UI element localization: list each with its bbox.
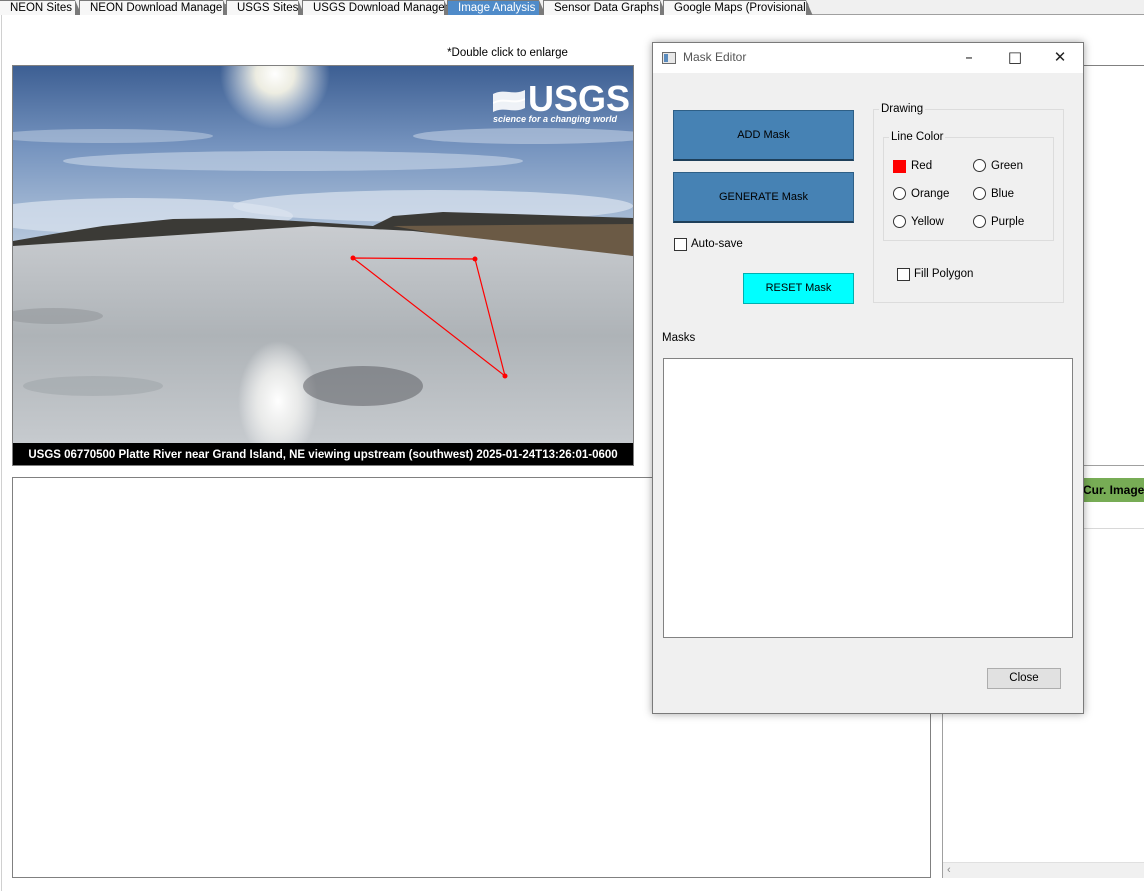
autosave-checkbox[interactable] xyxy=(674,238,687,251)
image-caption: USGS 06770500 Platte River near Grand Is… xyxy=(28,449,617,461)
svg-text:USGS: USGS xyxy=(528,78,630,119)
close-button[interactable]: Close xyxy=(987,668,1061,689)
scroll-left-icon[interactable]: ‹ xyxy=(947,864,951,876)
mask-editor-dialog: Mask Editor – □ ✕ ADD Mask GENERATE Mask… xyxy=(652,42,1084,714)
fill-polygon-label: Fill Polygon xyxy=(914,268,974,280)
line-color-group-title: Line Color xyxy=(889,131,946,143)
tab-google-maps[interactable]: Google Maps (Provisional) xyxy=(663,0,813,16)
cur-image-column-header[interactable]: Cur. Image xyxy=(1083,478,1144,502)
table-row[interactable] xyxy=(1083,502,1144,529)
add-mask-button[interactable]: ADD Mask xyxy=(673,110,854,161)
tab-bar: NEON Sites NEON Download Manager USGS Si… xyxy=(0,0,1144,16)
yellow-radio[interactable] xyxy=(893,215,906,228)
color-label-red: Red xyxy=(911,160,933,172)
app-window-icon xyxy=(662,52,676,64)
tab-neon-sites[interactable]: NEON Sites xyxy=(0,0,82,16)
color-label-yellow: Yellow xyxy=(911,216,944,228)
dialog-title: Mask Editor xyxy=(683,50,747,64)
color-label-blue: Blue xyxy=(991,188,1015,200)
tab-sensor-data-graphs[interactable]: Sensor Data Graphs xyxy=(543,0,667,16)
close-icon[interactable]: ✕ xyxy=(1037,43,1083,73)
polygon-vertex[interactable] xyxy=(350,255,356,261)
masks-list[interactable] xyxy=(663,358,1073,638)
fill-polygon-checkbox[interactable] xyxy=(897,268,910,281)
red-swatch-selected[interactable] xyxy=(893,160,906,173)
orange-radio[interactable] xyxy=(893,187,906,200)
color-label-orange: Orange xyxy=(911,188,950,200)
minimize-icon[interactable]: – xyxy=(946,43,992,73)
maximize-icon[interactable]: □ xyxy=(992,43,1038,73)
blue-radio[interactable] xyxy=(973,187,986,200)
color-label-green: Green xyxy=(991,160,1023,172)
green-radio[interactable] xyxy=(973,159,986,172)
purple-radio[interactable] xyxy=(973,215,986,228)
line-color-group xyxy=(883,137,1054,241)
tab-image-analysis[interactable]: Image Analysis xyxy=(447,0,546,16)
webcam-image-canvas: USGS science for a changing world USGS 0… xyxy=(13,66,633,465)
autosave-label: Auto-save xyxy=(691,238,743,250)
enlarge-hint: *Double click to enlarge xyxy=(447,47,568,59)
tab-usgs-download-manager[interactable]: USGS Download Manager xyxy=(302,0,451,16)
upper-right-divider xyxy=(1083,65,1144,66)
polygon-vertex[interactable] xyxy=(502,373,508,379)
svg-text:science for a changing world: science for a changing world xyxy=(493,114,618,124)
polygon-vertex[interactable] xyxy=(472,256,478,262)
color-label-purple: Purple xyxy=(991,216,1025,228)
drawing-group-title: Drawing xyxy=(879,103,926,115)
generate-mask-button[interactable]: GENERATE Mask xyxy=(673,172,854,223)
webcam-image[interactable]: USGS science for a changing world USGS 0… xyxy=(12,65,634,466)
horizontal-scrollbar[interactable]: ‹ xyxy=(943,862,1144,878)
dialog-titlebar[interactable]: Mask Editor – □ ✕ xyxy=(653,43,1083,73)
reset-mask-button[interactable]: RESET Mask xyxy=(743,273,854,304)
tab-neon-download-manager[interactable]: NEON Download Manager xyxy=(79,0,230,16)
tab-usgs-sites[interactable]: USGS Sites xyxy=(226,0,305,16)
masks-label: Masks xyxy=(662,332,696,344)
